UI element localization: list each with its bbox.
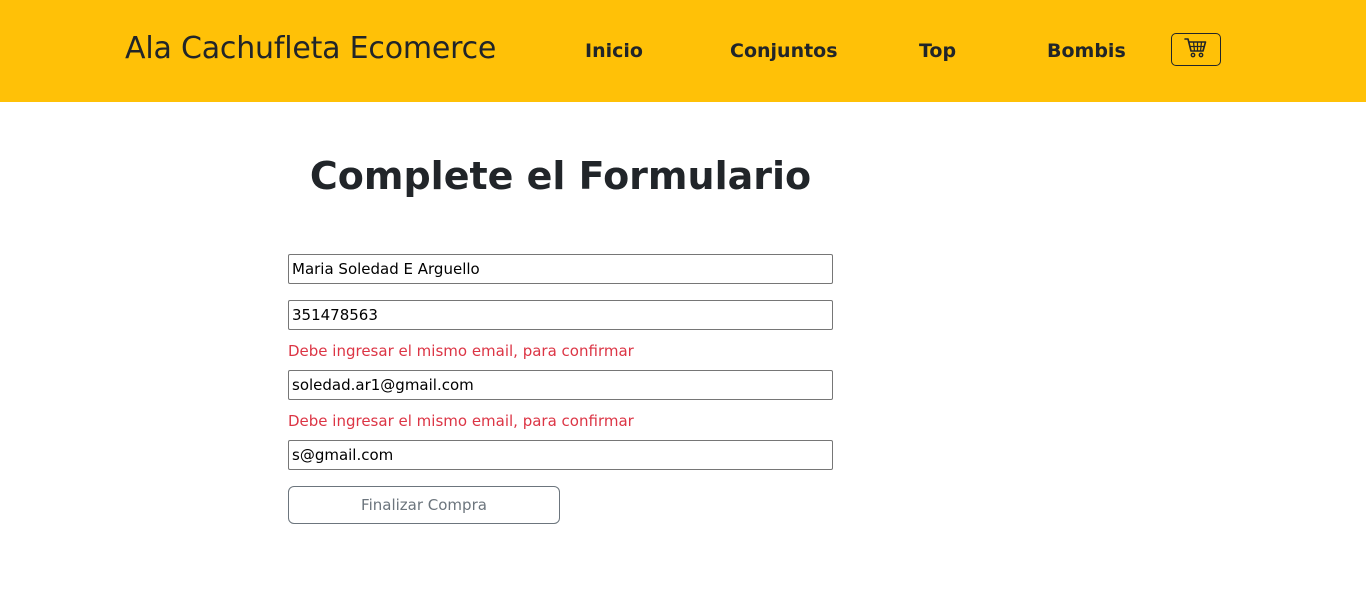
nav-link-top[interactable]: Top xyxy=(919,40,956,62)
brand-link[interactable]: Ala Cachufleta Ecomerce xyxy=(125,31,496,66)
nav-link-conjuntos[interactable]: Conjuntos xyxy=(730,40,838,62)
page-title: Complete el Formulario xyxy=(309,154,812,198)
phone-field[interactable] xyxy=(288,300,833,330)
email-confirm-field[interactable] xyxy=(288,440,833,470)
cart-icon xyxy=(1184,37,1208,62)
finalize-purchase-button[interactable]: Finalizar Compra xyxy=(288,486,560,524)
email-error-message: Debe ingresar el mismo email, para confi… xyxy=(288,342,634,360)
email-confirm-error-message: Debe ingresar el mismo email, para confi… xyxy=(288,412,634,430)
nav-link-bombis[interactable]: Bombis xyxy=(1047,40,1126,62)
email-field[interactable] xyxy=(288,370,833,400)
top-navbar: Ala Cachufleta Ecomerce Inicio Conjuntos… xyxy=(0,0,1366,102)
nav-link-inicio[interactable]: Inicio xyxy=(585,40,643,62)
name-field[interactable] xyxy=(288,254,833,284)
cart-button[interactable] xyxy=(1171,33,1221,66)
